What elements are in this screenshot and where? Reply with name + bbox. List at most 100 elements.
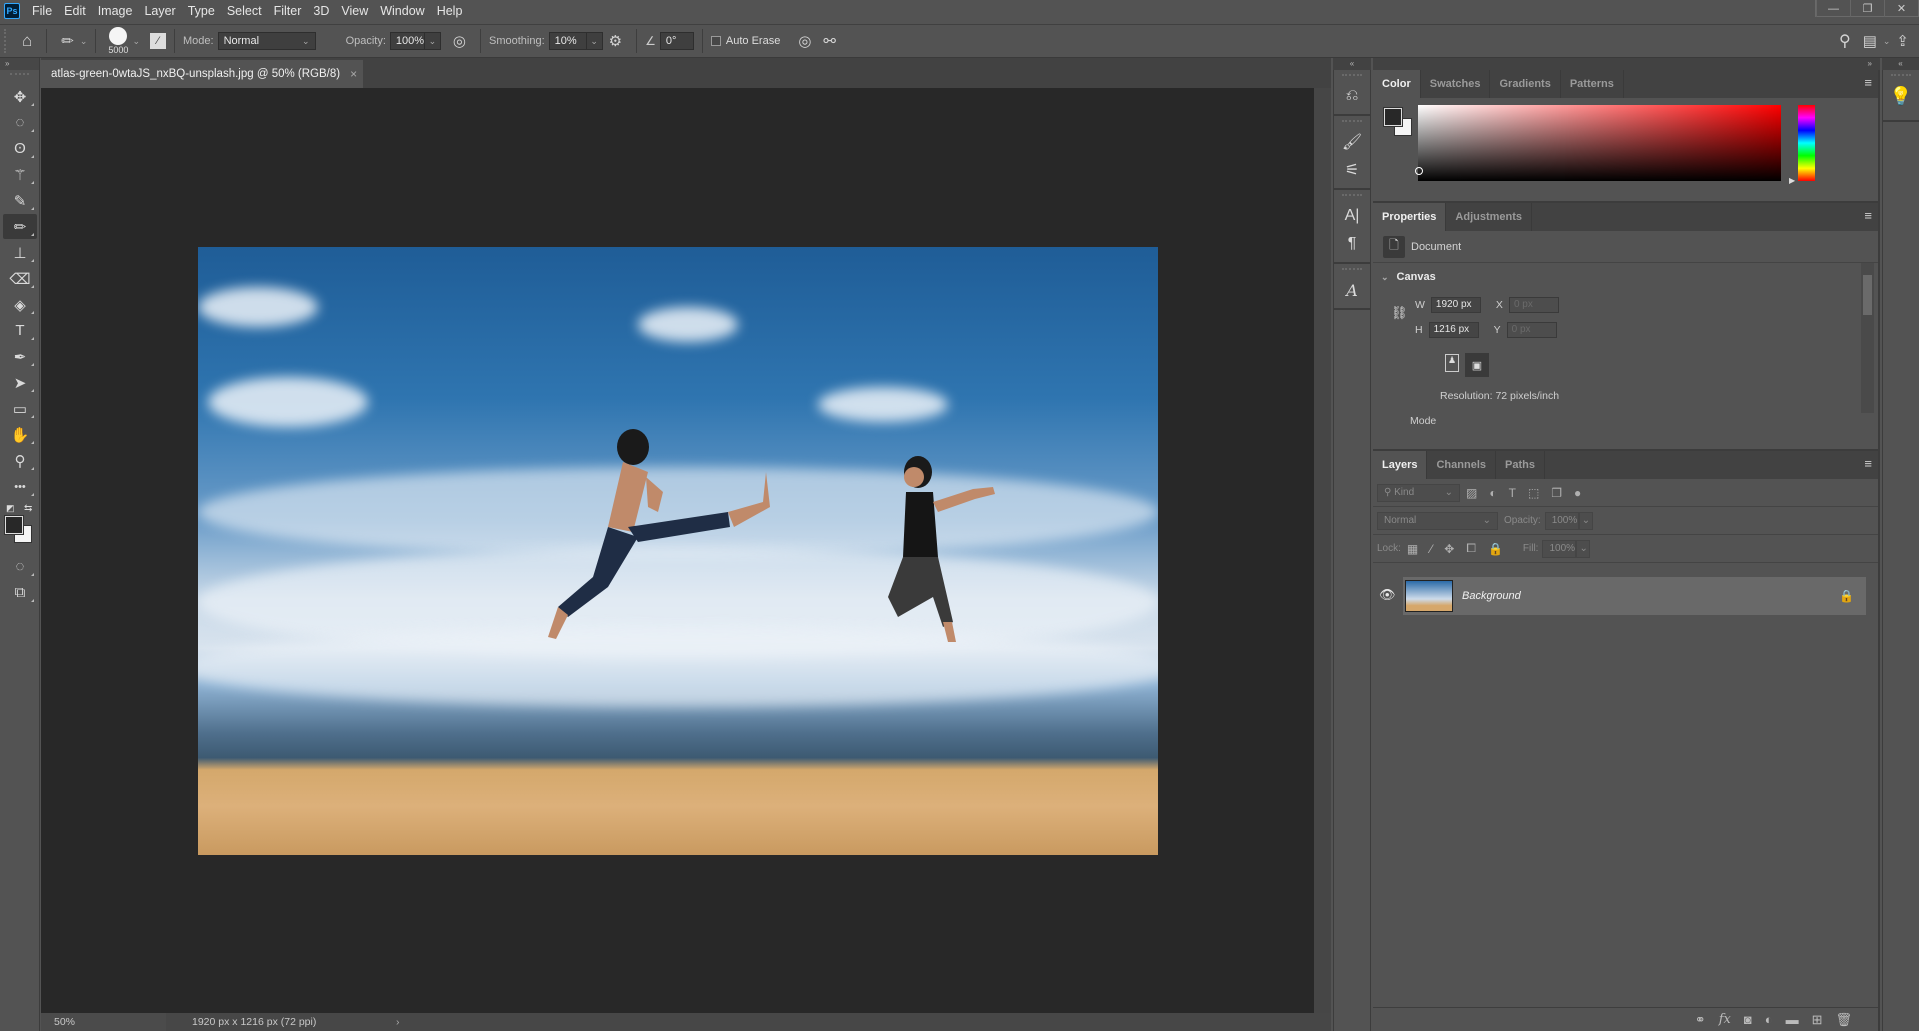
type-tool[interactable]: T [3, 318, 37, 343]
fg-bg-color-picker[interactable] [1384, 108, 1414, 138]
menu-filter[interactable]: Filter [268, 4, 308, 18]
workspace-icon[interactable]: ▤ [1863, 32, 1877, 50]
document-image[interactable] [198, 247, 1158, 855]
link-layers-icon[interactable]: ⚭ [1695, 1012, 1706, 1028]
layer-opacity-input[interactable]: 100% [1545, 512, 1579, 530]
portrait-orientation-button[interactable]: ♟ [1445, 354, 1459, 372]
color-picker-handle[interactable] [1415, 167, 1423, 175]
smart-object-filter-icon[interactable]: ❐ [1551, 486, 1562, 500]
menu-image[interactable]: Image [92, 4, 139, 18]
magic-wand-tool[interactable]: ⚚ [3, 162, 37, 187]
menu-3d[interactable]: 3D [307, 4, 335, 18]
stamp-tool[interactable]: ⊥ [3, 240, 37, 265]
foreground-color-swatch[interactable] [5, 516, 23, 534]
pressure-size-icon[interactable]: ◎ [798, 32, 811, 50]
glyphs-icon[interactable]: A [1334, 276, 1370, 304]
new-group-icon[interactable]: ▬ [1786, 1012, 1799, 1027]
minimize-button[interactable]: — [1816, 0, 1850, 17]
quick-mask-button[interactable]: ◌ [3, 554, 37, 579]
canvas-section-header[interactable]: ⌄ Canvas [1381, 271, 1878, 283]
smoothing-input[interactable]: 10% [549, 32, 587, 50]
layer-opacity-dropdown[interactable]: ⌄ [1579, 512, 1593, 530]
chevron-down-icon[interactable]: ⌄ [132, 36, 140, 47]
screen-mode-button[interactable]: ⧉ [3, 580, 37, 605]
type-layer-filter-icon[interactable]: T [1509, 486, 1516, 500]
tab-adjustments[interactable]: Adjustments [1446, 203, 1532, 231]
opacity-dropdown[interactable]: ⌄ [425, 32, 441, 50]
brush-settings-panel-icon[interactable]: 🖌 [1334, 128, 1370, 156]
menu-layer[interactable]: Layer [138, 4, 181, 18]
chevron-down-icon[interactable]: ⌄ [1883, 36, 1891, 47]
marquee-tool[interactable]: ◌ [3, 110, 37, 135]
foreground-color-swatch[interactable] [1384, 108, 1402, 126]
brush-size-picker[interactable]: 5000 [108, 27, 128, 55]
expand-toolbar-icon[interactable]: » [0, 58, 39, 70]
close-button[interactable]: ✕ [1884, 0, 1918, 17]
paragraph-icon[interactable]: ¶ [1334, 230, 1370, 258]
toolbar-grip[interactable] [10, 73, 29, 81]
menu-window[interactable]: Window [374, 4, 430, 18]
menu-file[interactable]: File [26, 4, 58, 18]
learn-lightbulb-icon[interactable]: 💡 [1883, 82, 1919, 110]
properties-scrollbar[interactable] [1861, 263, 1874, 413]
default-colors-icon[interactable]: ◩ [6, 503, 15, 514]
visibility-eye-icon[interactable]: 👁 [1379, 587, 1396, 603]
landscape-orientation-button[interactable]: ▣ [1465, 353, 1489, 377]
layer-row[interactable]: Background 🔒 [1403, 577, 1866, 615]
chevron-down-icon[interactable]: ⌄ [80, 36, 88, 47]
panel-menu-icon[interactable]: ≡ [1864, 78, 1872, 88]
share-icon[interactable]: ⇪ [1896, 32, 1909, 50]
saturation-brightness-field[interactable] [1418, 105, 1781, 181]
panel-menu-icon[interactable]: ≡ [1864, 211, 1872, 221]
more-tools[interactable]: ••• [3, 474, 37, 499]
path-selection-tool[interactable]: ➤ [3, 370, 37, 395]
menu-help[interactable]: Help [431, 4, 469, 18]
layer-name[interactable]: Background [1462, 590, 1521, 602]
panel-menu-icon[interactable]: ≡ [1864, 459, 1872, 469]
tab-channels[interactable]: Channels [1427, 451, 1496, 479]
angle-input[interactable]: 0° [660, 32, 694, 50]
close-tab-icon[interactable]: × [350, 67, 357, 81]
lasso-tool[interactable]: ʘ [3, 136, 37, 161]
tab-layers[interactable]: Layers [1373, 451, 1427, 479]
gear-icon[interactable]: ⚙ [609, 32, 622, 50]
move-tool[interactable]: ✥ [3, 84, 37, 109]
history-icon[interactable]: ⎌ [1334, 82, 1370, 110]
tab-properties[interactable]: Properties [1373, 203, 1446, 231]
brushes-panel-icon[interactable]: ⚟ [1334, 156, 1370, 184]
hue-slider-handle[interactable]: ▶ [1789, 176, 1795, 185]
delete-layer-icon[interactable]: 🗑 [1835, 1012, 1852, 1028]
link-dimensions-icon[interactable]: ⛓ [1391, 305, 1408, 321]
character-icon[interactable]: A| [1334, 202, 1370, 230]
options-bar-grip[interactable] [4, 29, 8, 53]
rectangle-tool[interactable]: ▭ [3, 396, 37, 421]
mode-select[interactable]: Normal ⌄ [218, 32, 316, 50]
lock-position-icon[interactable]: ✥ [1444, 542, 1454, 556]
fill-dropdown[interactable]: ⌄ [1576, 540, 1590, 558]
menu-edit[interactable]: Edit [58, 4, 92, 18]
lock-image-icon[interactable]: ⁄ [1430, 542, 1432, 556]
zoom-level[interactable]: 50% [41, 1013, 166, 1031]
scrollbar-thumb[interactable] [1863, 275, 1872, 315]
width-input[interactable]: 1920 px [1431, 297, 1481, 313]
blend-mode-select[interactable]: Normal⌄ [1377, 512, 1498, 530]
tab-swatches[interactable]: Swatches [1421, 70, 1491, 98]
pen-tool[interactable]: ✒ [3, 344, 37, 369]
new-layer-icon[interactable]: ⊞ [1812, 1012, 1823, 1028]
fill-input[interactable]: 100% [1542, 540, 1576, 558]
canvas-scrollbar[interactable] [1314, 88, 1331, 1013]
tab-paths[interactable]: Paths [1496, 451, 1545, 479]
menu-type[interactable]: Type [182, 4, 221, 18]
opacity-input[interactable]: 100% [390, 32, 425, 50]
home-icon[interactable]: ⌂ [22, 31, 32, 51]
smoothing-dropdown[interactable]: ⌄ [587, 32, 603, 50]
paint-bucket-tool[interactable]: ◈ [3, 292, 37, 317]
hue-slider[interactable]: ▶ [1798, 105, 1815, 181]
eraser-tool[interactable]: ⌫ [3, 266, 37, 291]
search-icon[interactable]: ⚲ [1839, 31, 1851, 51]
document-tab[interactable]: atlas-green-0wtaJS_nxBQ-unsplash.jpg @ 5… [41, 60, 363, 88]
x-input[interactable]: 0 px [1509, 297, 1559, 313]
fx-icon[interactable]: fx [1719, 1012, 1731, 1027]
new-adjustment-layer-icon[interactable]: ◐ [1765, 1012, 1773, 1027]
symmetry-icon[interactable]: ⚯ [823, 32, 836, 50]
